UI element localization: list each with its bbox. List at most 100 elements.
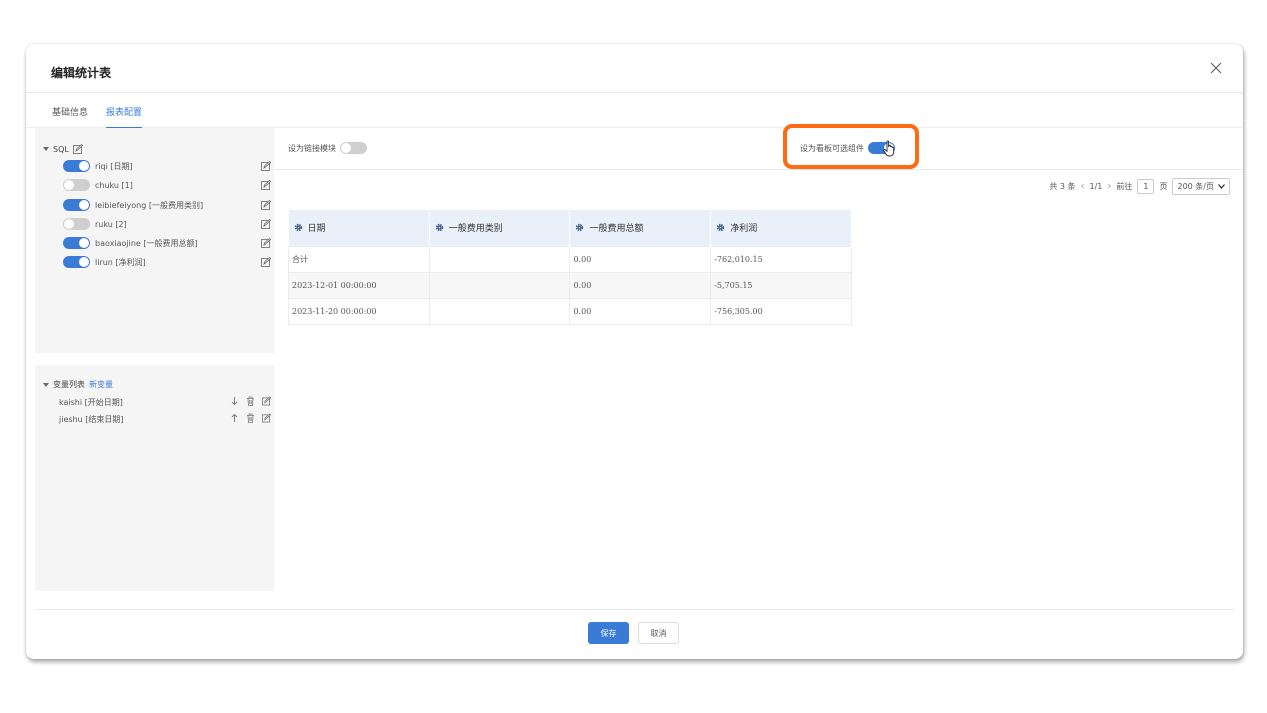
field-row-chuku: chuku [1] xyxy=(63,178,271,192)
variable-row-kaishi: kaishi [开始日期] xyxy=(59,395,271,409)
sql-field-panel: SQL riqi [日期] chuku [1] leibiefeiyong [一… xyxy=(35,128,274,353)
options-bar: 设为链接模块 设为看板可选组件 xyxy=(274,128,1243,170)
dashboard-component-option: 设为看板可选组件 xyxy=(800,142,895,154)
sql-tree-header[interactable]: SQL xyxy=(43,144,83,154)
field-row-ruku: ruku [2] xyxy=(63,217,271,231)
edit-icon[interactable] xyxy=(261,161,271,171)
table-row: 2023-11-20 00:00:00 0.00 -756,305.00 xyxy=(288,297,852,325)
report-table: 日期 一般费用类别 一般费用总额 净利润 合计 0.00 -762,010.15 xyxy=(288,210,852,325)
link-module-toggle[interactable] xyxy=(340,142,367,154)
column-header-label: 净利润 xyxy=(730,224,758,235)
table-cell: 0.00 xyxy=(569,271,712,299)
table-row: 2023-12-01 00:00:00 0.00 -5,705.15 xyxy=(288,271,852,299)
edit-icon[interactable] xyxy=(261,200,271,210)
dialog-footer: 保存 取消 xyxy=(35,609,1234,659)
table-header-row: 日期 一般费用类别 一般费用总额 净利润 xyxy=(288,210,852,246)
variable-list-label: 变量列表 xyxy=(53,380,85,389)
table-cell: -762,010.15 xyxy=(710,245,852,273)
hand-cursor-icon xyxy=(883,140,895,157)
edit-icon[interactable] xyxy=(261,219,271,229)
field-toggle[interactable] xyxy=(63,237,90,249)
trash-icon[interactable] xyxy=(246,413,255,423)
gear-icon[interactable] xyxy=(435,223,444,232)
table-cell xyxy=(428,271,571,299)
field-toggle[interactable] xyxy=(63,160,90,172)
page-indicator: 1/1 xyxy=(1089,182,1103,191)
edit-icon[interactable] xyxy=(261,180,271,190)
table-cell xyxy=(428,297,571,325)
page-size-value: 200 条/页 xyxy=(1177,182,1214,191)
gear-icon[interactable] xyxy=(716,223,725,232)
pagination: 共 3 条 ‹ 1/1 › 前往 1 页 200 条/页 xyxy=(1049,178,1230,195)
edit-icon[interactable] xyxy=(261,257,271,267)
field-row-leibiefeiyong: leibiefeiyong [一般费用类别] xyxy=(63,198,271,212)
table-cell: 0.00 xyxy=(569,297,712,325)
edit-icon[interactable] xyxy=(262,413,271,423)
table-row: 合计 0.00 -762,010.15 xyxy=(288,245,852,273)
page-jump-input[interactable]: 1 xyxy=(1137,179,1155,194)
goto-label: 前往 xyxy=(1116,182,1133,191)
tab-bar: 基础信息 报表配置 xyxy=(26,94,1243,129)
column-header-date[interactable]: 日期 xyxy=(288,210,430,246)
table-cell: 合计 xyxy=(288,245,430,273)
column-header-label: 一般费用总额 xyxy=(589,224,644,235)
link-module-label: 设为链接模块 xyxy=(288,143,336,153)
variable-row-jieshu: jieshu [结束日期] xyxy=(59,412,271,426)
field-label: chuku [1] xyxy=(95,180,133,190)
field-toggle[interactable] xyxy=(63,256,90,268)
field-toggle[interactable] xyxy=(63,218,90,230)
close-icon[interactable] xyxy=(1209,61,1223,75)
field-label: lirun [净利润] xyxy=(95,257,146,267)
caret-down-icon[interactable] xyxy=(43,382,49,387)
field-label: leibiefeiyong [一般费用类别] xyxy=(95,200,204,210)
field-row-riqi: riqi [日期] xyxy=(63,159,271,173)
column-header-total[interactable]: 一般费用总额 xyxy=(569,210,712,246)
variable-label: kaishi [开始日期] xyxy=(59,397,123,407)
page-size-select[interactable]: 200 条/页 xyxy=(1172,178,1230,195)
field-row-baoxiaojine: baoxiaojine [一般费用总额] xyxy=(63,236,271,250)
page-unit-label: 页 xyxy=(1159,182,1168,191)
new-variable-link[interactable]: 新变量 xyxy=(89,379,113,390)
arrow-up-icon[interactable] xyxy=(230,413,239,423)
edit-report-dialog: 编辑统计表 基础信息 报表配置 SQL riqi [日期] chuku [1] xyxy=(26,44,1243,659)
save-button[interactable]: 保存 xyxy=(588,622,629,644)
column-header-profit[interactable]: 净利润 xyxy=(710,210,852,246)
trash-icon[interactable] xyxy=(246,396,255,406)
total-count: 共 3 条 xyxy=(1049,182,1076,191)
edit-icon[interactable] xyxy=(261,238,271,248)
variable-panel: 变量列表 新变量 kaishi [开始日期] jieshu [结束日期] xyxy=(35,365,274,591)
link-module-option: 设为链接模块 xyxy=(288,142,367,154)
tab-basic-info[interactable]: 基础信息 xyxy=(52,105,88,127)
caret-down-icon xyxy=(43,147,49,151)
table-cell: 2023-11-20 00:00:00 xyxy=(288,297,430,325)
field-toggle[interactable] xyxy=(63,199,90,211)
arrow-down-icon[interactable] xyxy=(230,396,239,406)
column-header-label: 日期 xyxy=(307,224,326,235)
column-header-label: 一般费用类别 xyxy=(448,224,503,235)
cancel-button[interactable]: 取消 xyxy=(638,622,679,644)
table-cell: -5,705.15 xyxy=(710,271,852,299)
prev-page-icon[interactable]: ‹ xyxy=(1081,181,1085,192)
tab-report-config[interactable]: 报表配置 xyxy=(106,105,143,129)
edit-icon[interactable] xyxy=(262,396,271,406)
gear-icon[interactable] xyxy=(294,223,303,232)
dialog-header: 编辑统计表 xyxy=(26,44,1243,93)
dashboard-component-label: 设为看板可选组件 xyxy=(800,143,864,153)
variable-label: jieshu [结束日期] xyxy=(59,414,124,424)
field-toggle[interactable] xyxy=(63,179,90,191)
edit-icon[interactable] xyxy=(72,144,83,154)
dialog-title: 编辑统计表 xyxy=(51,66,112,80)
field-label: baoxiaojine [一般费用总额] xyxy=(95,238,198,248)
variable-tree-header: 变量列表 新变量 xyxy=(43,379,113,390)
table-cell xyxy=(428,245,571,273)
chevron-down-icon xyxy=(1218,184,1225,189)
field-row-lirun: lirun [净利润] xyxy=(63,255,271,269)
column-header-category[interactable]: 一般费用类别 xyxy=(429,210,571,246)
gear-icon[interactable] xyxy=(575,223,584,232)
next-page-icon[interactable]: › xyxy=(1107,181,1111,192)
table-cell: -756,305.00 xyxy=(710,297,852,325)
table-cell: 0.00 xyxy=(569,245,712,273)
field-label: ruku [2] xyxy=(95,219,127,229)
table-cell: 2023-12-01 00:00:00 xyxy=(288,271,430,299)
sql-tree-label: SQL xyxy=(53,144,69,154)
